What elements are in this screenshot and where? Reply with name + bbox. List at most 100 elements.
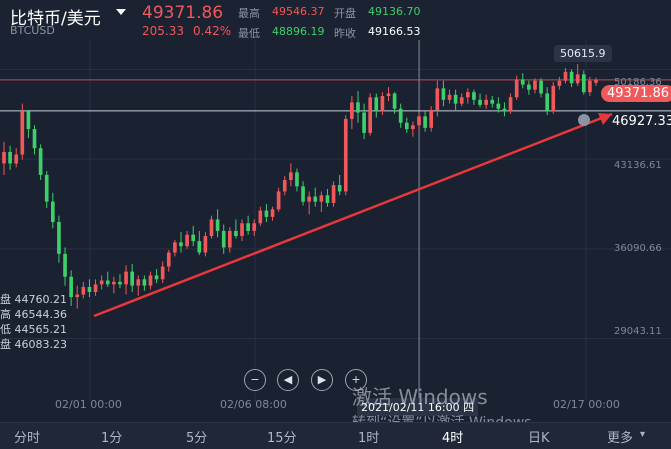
- chevron-down-icon[interactable]: ▾: [640, 429, 645, 440]
- candle-body: [295, 172, 299, 187]
- candle-body: [112, 281, 116, 285]
- candle: [136, 275, 141, 296]
- candle-body: [588, 80, 592, 93]
- candle-body: [508, 97, 513, 112]
- candle: [264, 204, 269, 222]
- candle-body: [2, 152, 6, 164]
- tab-1min[interactable]: 1分: [101, 427, 122, 446]
- candle-body: [148, 275, 153, 286]
- prev-close-label: 昨收: [334, 27, 356, 40]
- candle-body: [459, 97, 464, 104]
- candle: [563, 68, 568, 84]
- candle: [350, 96, 354, 130]
- quote-header: 比特币/美元 BTCUSD 49371.86 205.33 0.42% 最高 4…: [0, 0, 671, 40]
- candle-body: [166, 252, 171, 267]
- candle: [337, 174, 342, 196]
- candle: [99, 275, 104, 290]
- candle: [313, 187, 318, 207]
- candle-body: [301, 186, 305, 202]
- candle-body: [472, 92, 476, 100]
- candle: [234, 219, 238, 239]
- scroll-left-button[interactable]: ◀: [277, 369, 299, 391]
- candle: [508, 93, 513, 114]
- candle: [551, 82, 556, 114]
- candle: [514, 75, 519, 100]
- candle: [490, 96, 495, 108]
- candle-body: [411, 125, 415, 130]
- candle-body: [386, 93, 391, 96]
- candle-body: [423, 116, 427, 128]
- tab-5min[interactable]: 5分: [186, 427, 207, 446]
- x-axis-label: 02/01 00:00: [55, 398, 122, 411]
- candle: [325, 188, 330, 207]
- candle: [8, 145, 12, 170]
- candle: [343, 115, 348, 196]
- tab-time-sharing[interactable]: 分时: [14, 427, 40, 446]
- candle: [203, 232, 208, 257]
- zoom-out-button[interactable]: −: [244, 369, 266, 391]
- candle-body: [453, 94, 458, 104]
- candle-body: [221, 230, 226, 248]
- chevron-down-icon[interactable]: [116, 9, 126, 15]
- candle: [362, 103, 366, 140]
- candle-body: [160, 266, 165, 280]
- candle: [221, 224, 226, 254]
- candle: [154, 269, 159, 284]
- candle-body: [575, 74, 580, 84]
- tab-more[interactable]: 更多: [607, 427, 633, 446]
- candle: [191, 225, 196, 247]
- candle: [539, 78, 543, 98]
- cursor-price-tag: 46927.33: [612, 114, 671, 129]
- candle-body: [319, 195, 324, 202]
- candle-body: [57, 222, 61, 254]
- candle-body: [313, 196, 318, 202]
- candlestick-chart[interactable]: [0, 40, 671, 422]
- open-label: 开盘: [334, 7, 356, 20]
- tab-15min[interactable]: 15分: [267, 427, 297, 446]
- candle: [75, 285, 80, 309]
- candle: [581, 70, 586, 95]
- candle-body: [484, 99, 488, 105]
- candle-body: [435, 88, 440, 110]
- low-label: 最低: [238, 27, 260, 40]
- candle-body: [154, 275, 159, 280]
- open-value: 49136.70: [368, 5, 421, 18]
- candle: [423, 111, 427, 132]
- candle: [32, 125, 37, 155]
- candle-body: [14, 154, 19, 164]
- candle-body: [527, 84, 531, 90]
- candle-body: [417, 116, 421, 126]
- candle: [466, 88, 470, 104]
- candle-body: [136, 279, 141, 286]
- y-axis-label: 36090.66: [614, 243, 662, 254]
- candle: [173, 239, 177, 257]
- candle-body: [539, 80, 543, 94]
- candle-body: [87, 286, 92, 292]
- bell-icon[interactable]: [578, 114, 590, 126]
- candle: [557, 76, 562, 90]
- candle-body: [356, 102, 360, 113]
- candle-body: [551, 85, 556, 112]
- candle: [87, 279, 92, 298]
- candle-body: [350, 102, 354, 119]
- tab-1hour[interactable]: 1时: [358, 427, 379, 446]
- candle-body: [75, 294, 80, 298]
- tab-day[interactable]: 日K: [528, 427, 550, 446]
- candle-body: [514, 79, 519, 98]
- x-axis-label: 02/06 08:00: [220, 398, 287, 411]
- candle-body: [374, 97, 379, 112]
- candle-body: [227, 230, 232, 248]
- candle-body: [99, 280, 104, 285]
- tab-4hour[interactable]: 4时: [442, 427, 463, 446]
- candle-body: [118, 281, 122, 285]
- candle: [594, 77, 598, 86]
- high-value: 49546.37: [272, 5, 325, 18]
- trendline: [93, 112, 613, 318]
- candle-body: [173, 242, 177, 253]
- candle: [398, 103, 403, 128]
- candle-body: [496, 103, 501, 109]
- candle-body: [179, 242, 183, 247]
- ohlc-open-value: 44760.21: [14, 293, 68, 306]
- scroll-right-button[interactable]: ▶: [311, 369, 333, 391]
- candle: [441, 80, 446, 107]
